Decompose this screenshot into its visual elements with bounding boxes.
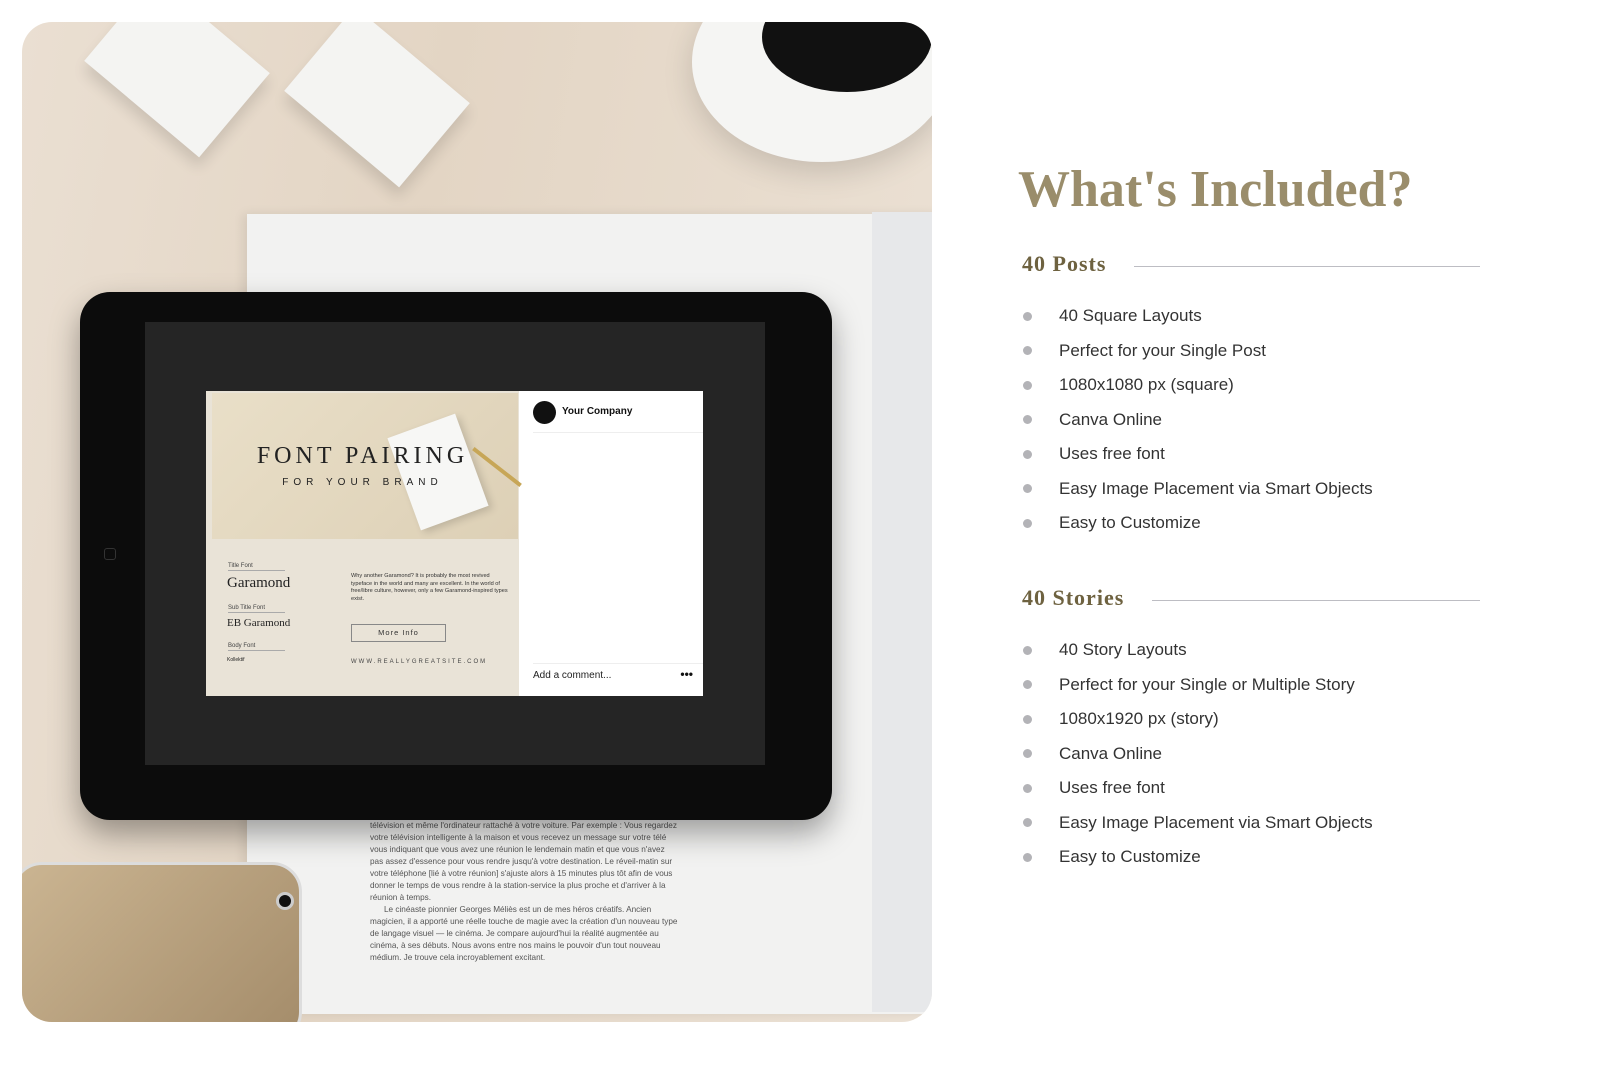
title-font-label: Title Font	[228, 563, 285, 571]
list-item: Canva Online	[1022, 403, 1480, 438]
list-item: Easy Image Placement via Smart Objects	[1022, 806, 1480, 841]
paper-arrow-decoration	[84, 22, 270, 158]
divider	[1134, 265, 1480, 267]
social-post-frame: Your Company Add a comment... •••	[519, 391, 703, 696]
post-description: Why another Garamond? It is probably the…	[351, 573, 508, 602]
page-title: What's Included?	[1018, 161, 1413, 218]
list-item: Canva Online	[1022, 737, 1480, 772]
phone-camera	[276, 892, 294, 910]
bullet-icon	[1023, 311, 1032, 321]
bullet-icon	[1023, 518, 1032, 528]
comment-placeholder: Add a comment...	[533, 670, 612, 681]
bullet-icon	[1023, 380, 1032, 390]
list-item: 40 Story Layouts	[1022, 633, 1480, 668]
bullet-icon	[1023, 449, 1032, 459]
avatar	[533, 401, 556, 424]
subtitle-font: EB Garamond	[227, 617, 291, 629]
bullet-icon	[1023, 749, 1032, 759]
clipboard-image	[387, 413, 489, 531]
magazine-text: télévision et même l'ordinateur rattaché…	[370, 821, 678, 962]
post-card: FONT PAIRING FOR YOUR BRAND Title Font G…	[206, 391, 522, 696]
feature-list: 40 Square Layouts Perfect for your Singl…	[1022, 299, 1480, 541]
list-item: Uses free font	[1022, 771, 1480, 806]
bullet-icon	[1023, 415, 1032, 425]
tablet: FONT PAIRING FOR YOUR BRAND Title Font G…	[80, 292, 832, 820]
bullet-icon	[1023, 484, 1032, 494]
section-posts: 40 Posts 40 Square Layouts Perfect for y…	[1022, 251, 1480, 541]
website-text: WWW.REALLYGREATSITE.COM	[351, 659, 488, 665]
list-item: 1080x1920 px (story)	[1022, 702, 1480, 737]
section-heading: 40 Posts	[1022, 251, 1480, 277]
body-font-label: Body Font	[228, 643, 285, 651]
bullet-icon	[1023, 346, 1032, 356]
feature-list: 40 Story Layouts Perfect for your Single…	[1022, 633, 1480, 875]
list-item: Perfect for your Single or Multiple Stor…	[1022, 668, 1480, 703]
tablet-screen: FONT PAIRING FOR YOUR BRAND Title Font G…	[145, 322, 765, 765]
bullet-icon	[1023, 852, 1032, 862]
bullet-icon	[1023, 680, 1032, 690]
body-font: Kollektif	[227, 657, 245, 663]
product-mockup-photo: télévision et même l'ordinateur rattaché…	[22, 22, 932, 1022]
bullet-icon	[1023, 645, 1032, 655]
bullet-icon	[1023, 818, 1032, 828]
section-heading: 40 Stories	[1022, 585, 1480, 611]
list-item: Easy to Customize	[1022, 506, 1480, 541]
list-item: Easy Image Placement via Smart Objects	[1022, 472, 1480, 507]
post-preview: FONT PAIRING FOR YOUR BRAND Title Font G…	[206, 391, 703, 696]
list-item: Perfect for your Single Post	[1022, 334, 1480, 369]
more-info-button: More Info	[351, 624, 446, 642]
divider	[533, 663, 703, 664]
divider	[533, 432, 703, 433]
list-item: Easy to Customize	[1022, 840, 1480, 875]
list-item: 40 Square Layouts	[1022, 299, 1480, 334]
smartphone	[22, 862, 302, 1022]
bullet-icon	[1023, 783, 1032, 793]
divider	[1152, 599, 1480, 601]
subtitle-font-label: Sub Title Font	[228, 605, 285, 613]
list-item: 1080x1080 px (square)	[1022, 368, 1480, 403]
section-stories: 40 Stories 40 Story Layouts Perfect for …	[1022, 585, 1480, 875]
coffee-mug	[692, 22, 932, 162]
more-dots-icon: •••	[680, 667, 693, 681]
list-item: Uses free font	[1022, 437, 1480, 472]
company-name: Your Company	[562, 406, 633, 417]
bullet-icon	[1023, 714, 1032, 724]
post-subtitle: FOR YOUR BRAND	[282, 477, 443, 488]
home-button	[104, 548, 116, 560]
magazine-edge	[872, 212, 932, 1012]
paper-arrow-decoration	[284, 22, 470, 188]
post-title: FONT PAIRING	[256, 443, 469, 469]
title-font: Garamond	[227, 575, 291, 591]
